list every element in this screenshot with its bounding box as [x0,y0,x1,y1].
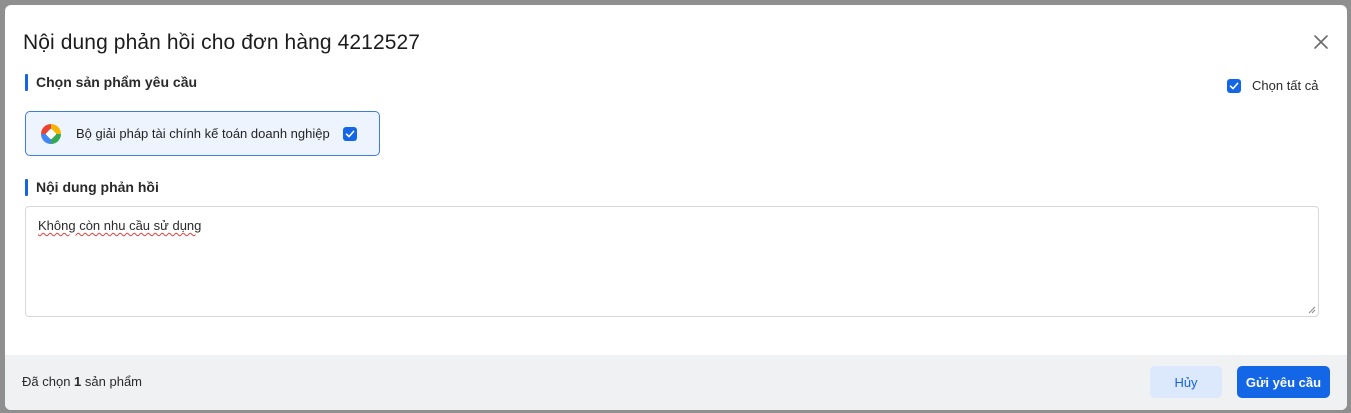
section-accent-bar [25,73,28,91]
submit-request-button[interactable]: Gửi yêu cầu [1237,366,1330,398]
product-checkbox-checked-icon[interactable] [342,126,357,141]
summary-count: 1 [74,374,82,389]
product-option-card[interactable]: Bộ giải pháp tài chính kế toán doanh ngh… [25,111,380,156]
product-option-label: Bộ giải pháp tài chính kế toán doanh ngh… [76,126,330,141]
feedback-textarea[interactable]: Không còn nhu cầu sử dụng [25,206,1319,317]
select-all-checkbox[interactable]: Chọn tất cả [1227,78,1319,93]
checkbox-checked-icon[interactable] [1227,78,1241,93]
feedback-text: Không còn nhu cầu sử dụng [38,218,202,233]
close-icon [1314,35,1328,49]
section-accent-bar [25,178,28,196]
dialog-title: Nội dung phản hồi cho đơn hàng 4212527 [23,31,421,54]
selected-summary: Đã chọn 1 sản phẩm [22,374,142,389]
select-all-label[interactable]: Chọn tất cả [1252,78,1319,93]
feedback-dialog: Nội dung phản hồi cho đơn hàng 4212527 C… [5,5,1347,410]
products-section-header: Chọn sản phẩm yêu cầu [25,73,197,91]
feedback-section-heading: Nội dung phản hồi [36,179,159,195]
summary-suffix: sản phẩm [84,374,142,389]
cancel-button[interactable]: Hủy [1150,366,1222,398]
feedback-section-header: Nội dung phản hồi [25,178,159,196]
dialog-footer: Đã chọn 1 sản phẩm Hủy Gửi yêu cầu [5,355,1347,410]
summary-prefix: Đã chọn [22,374,71,389]
product-logo-icon [41,123,61,144]
resize-grip-icon[interactable] [1308,306,1316,314]
close-button[interactable] [1312,33,1330,51]
products-section-heading: Chọn sản phẩm yêu cầu [36,74,198,90]
